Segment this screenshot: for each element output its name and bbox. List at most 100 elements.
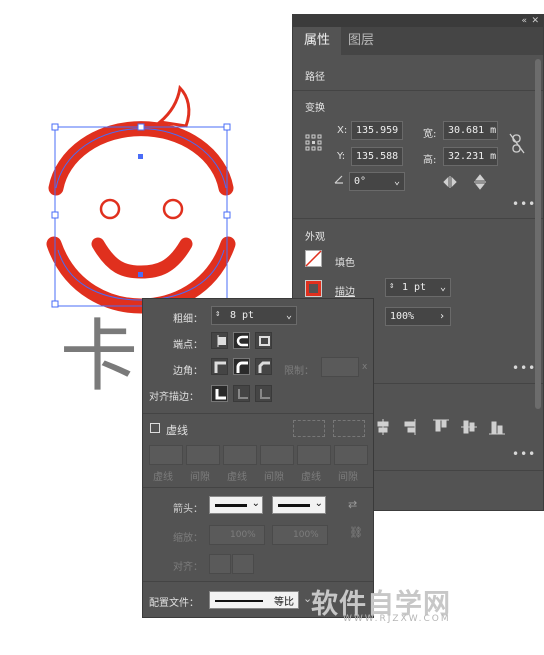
align-buttons-row[interactable] — [375, 418, 515, 436]
gap-input-2 — [260, 445, 294, 465]
dash-label-2: 虚线 — [227, 472, 247, 483]
dash-input-3 — [297, 445, 331, 465]
miter-limit-input-disabled — [321, 357, 359, 377]
dash-align-corners-button[interactable] — [333, 420, 365, 437]
gap-label-1: 间隙 — [190, 472, 210, 483]
rotate-angle-icon — [334, 175, 343, 184]
y-label: Y: — [337, 151, 346, 162]
chevron-right-icon[interactable]: › — [439, 308, 445, 325]
y-field[interactable]: 135.588 — [351, 147, 403, 166]
dash-label-1: 虚线 — [153, 472, 173, 483]
stroke-label-link[interactable]: 描边 — [335, 283, 355, 298]
stepper-icon[interactable]: ⇕ — [389, 278, 394, 295]
arrowhead-label: 箭头： — [173, 504, 203, 515]
weight-label: 粗细： — [173, 314, 203, 325]
panel-close-icon[interactable]: ✕ — [531, 15, 539, 27]
collapse-panel-icon[interactable]: « — [521, 15, 527, 27]
chevron-down-icon[interactable]: ⌄ — [315, 498, 323, 509]
constrain-proportions-icon[interactable] — [509, 133, 525, 155]
butt-cap-button[interactable] — [211, 332, 228, 349]
divider — [293, 90, 543, 91]
canvas-text-glyph[interactable]: 卡 — [60, 318, 138, 396]
scale-label: 缩放： — [173, 533, 203, 544]
end-arrowhead-select[interactable]: ⌄ — [272, 496, 326, 514]
miter-join-button[interactable] — [211, 358, 228, 375]
swap-arrowheads-icon[interactable]: ⇄ — [348, 499, 357, 510]
dashed-line-label: 虚线 — [166, 424, 188, 437]
opacity-field[interactable]: 100% › — [385, 307, 451, 326]
angle-field[interactable]: 0° ⌄ — [349, 172, 405, 191]
dash-input-2 — [223, 445, 257, 465]
width-profile-select[interactable]: 等比 — [209, 591, 299, 609]
x-label: X: — [337, 125, 348, 136]
cap-label: 端点： — [173, 340, 203, 351]
more-options-align[interactable]: ••• — [512, 447, 536, 461]
projecting-cap-icon — [259, 336, 270, 346]
more-options-appearance[interactable]: ••• — [512, 361, 536, 375]
align-center-icon — [215, 389, 226, 400]
angle-value: 0° — [354, 176, 367, 187]
link-scale-icon[interactable]: ⛓ — [349, 527, 363, 538]
projecting-cap-button[interactable] — [255, 332, 272, 349]
bevel-join-button[interactable] — [255, 358, 272, 375]
width-field[interactable]: 30.681 m — [443, 121, 498, 140]
x-field[interactable]: 135.959 — [351, 121, 403, 140]
corner-label: 边角： — [173, 366, 203, 377]
chevron-down-icon[interactable]: ⌄ — [286, 307, 292, 324]
panel-tabs: 属性 图层 — [293, 27, 543, 55]
weight-value: 8 pt — [230, 310, 255, 321]
round-join-button[interactable] — [233, 358, 250, 375]
limit-unit: x — [362, 362, 368, 372]
opacity-value: 100% — [390, 311, 415, 322]
flip-horizontal-icon[interactable] — [443, 175, 459, 189]
round-cap-icon — [236, 335, 248, 347]
round-cap-button[interactable] — [233, 332, 250, 349]
align-stroke-inside-button[interactable] — [233, 385, 250, 402]
height-field[interactable]: 32.231 m — [443, 147, 498, 166]
miter-join-icon — [214, 361, 226, 373]
left-eye-shape[interactable] — [99, 198, 121, 220]
chevron-down-icon[interactable]: ⌄ — [394, 173, 400, 190]
fill-swatch-none[interactable] — [305, 250, 322, 267]
width-label: 宽: — [423, 129, 437, 140]
dash-preserve-button[interactable] — [293, 420, 325, 437]
start-arrowhead-select[interactable]: ⌄ — [209, 496, 263, 514]
flip-vertical-icon[interactable] — [473, 174, 487, 190]
divider — [143, 413, 373, 414]
butt-cap-icon — [217, 335, 226, 347]
align-stroke-center-button[interactable] — [211, 385, 228, 402]
align-stroke-outside-button[interactable] — [255, 385, 272, 402]
gap-input-1 — [186, 445, 220, 465]
panel-title-bar[interactable]: « ✕ — [293, 15, 543, 27]
gap-label-2: 间隙 — [264, 472, 284, 483]
stroke-weight-value: 1 pt — [402, 282, 427, 293]
dashed-line-checkbox[interactable] — [150, 423, 160, 433]
dash-label-3: 虚线 — [301, 472, 321, 483]
align-inside-icon — [238, 389, 248, 399]
start-scale-input-disabled: 100% — [209, 525, 265, 545]
more-options-transform[interactable]: ••• — [512, 197, 536, 211]
stepper-icon[interactable]: ⇕ — [215, 306, 220, 323]
stroke-swatch[interactable] — [305, 280, 322, 297]
arrow-align-end-button — [232, 554, 254, 574]
path-section-title: 路径 — [305, 72, 325, 83]
align-stroke-label: 对齐描边： — [149, 392, 199, 403]
arrow-align-label: 对齐： — [173, 562, 203, 573]
divider — [293, 218, 543, 219]
chevron-down-icon[interactable]: ⌄ — [440, 279, 446, 296]
smile-shape[interactable] — [91, 237, 193, 279]
hair-curl-shape[interactable] — [156, 84, 191, 128]
chevron-down-icon[interactable]: ⌄ — [252, 498, 260, 509]
arrowhead-line-preview — [278, 504, 310, 507]
panel-scrollbar[interactable] — [535, 59, 541, 409]
fill-label: 填色 — [335, 258, 355, 269]
gap-label-3: 间隙 — [338, 472, 358, 483]
reference-point-icon[interactable] — [305, 134, 323, 152]
stroke-weight-input[interactable]: ⇕ 8 pt ⌄ — [211, 306, 297, 325]
appearance-section-title: 外观 — [305, 232, 325, 243]
right-eye-shape[interactable] — [162, 198, 184, 220]
tab-properties[interactable]: 属性 — [293, 27, 342, 55]
tab-layers[interactable]: 图层 — [337, 27, 385, 55]
stroke-weight-field[interactable]: ⇕ 1 pt ⌄ — [385, 278, 451, 297]
bevel-join-icon — [258, 361, 270, 373]
